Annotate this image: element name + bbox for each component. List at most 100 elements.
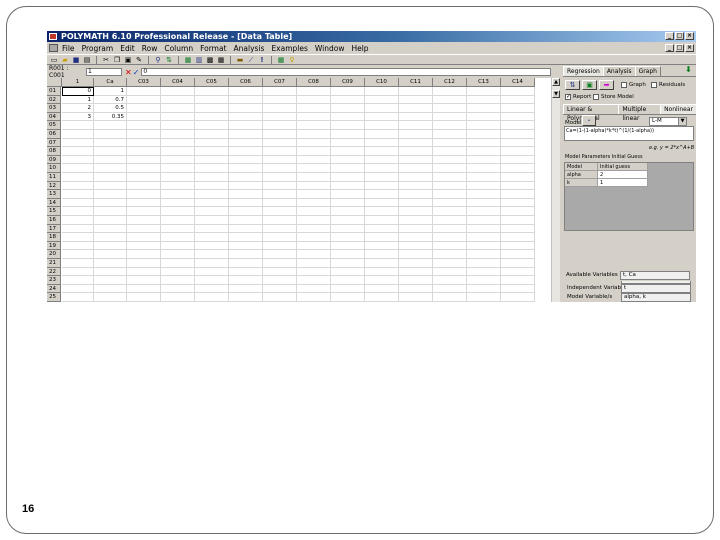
menu-format[interactable]: Format bbox=[200, 44, 226, 53]
row-header[interactable]: 10 bbox=[47, 164, 61, 173]
cancel-edit-icon[interactable]: ✕ bbox=[125, 68, 132, 77]
graph-checkbox-box[interactable] bbox=[621, 82, 627, 88]
table-cell[interactable] bbox=[94, 293, 127, 302]
column-header[interactable]: C12 bbox=[433, 78, 467, 87]
model-method-select[interactable]: L-M ▼ bbox=[649, 117, 687, 126]
row-header[interactable]: 15 bbox=[47, 207, 61, 216]
table-cell[interactable] bbox=[62, 164, 94, 173]
table-cell[interactable] bbox=[297, 267, 331, 277]
table-cell[interactable] bbox=[297, 276, 331, 285]
table-cell[interactable] bbox=[467, 181, 501, 191]
table-cell[interactable] bbox=[501, 181, 535, 191]
row-header[interactable]: 13 bbox=[47, 190, 61, 199]
table-cell[interactable] bbox=[195, 181, 229, 191]
maximize-button[interactable]: □ bbox=[675, 32, 684, 40]
table-cell[interactable] bbox=[263, 104, 297, 113]
table-cell[interactable] bbox=[501, 87, 535, 96]
table-cell[interactable] bbox=[365, 181, 399, 191]
table-cell[interactable] bbox=[263, 198, 297, 208]
tab-nonlinear[interactable]: Nonlinear bbox=[660, 104, 696, 114]
table-cell[interactable] bbox=[195, 250, 229, 259]
table-cell[interactable] bbox=[229, 224, 263, 234]
table-cell[interactable] bbox=[127, 87, 161, 96]
table-cell[interactable] bbox=[62, 198, 94, 208]
table-cell[interactable] bbox=[399, 207, 433, 216]
column-header[interactable]: C07 bbox=[263, 78, 297, 87]
minimize-button[interactable]: _ bbox=[665, 32, 674, 40]
table-cell[interactable] bbox=[229, 121, 263, 130]
table-cell[interactable]: 1 bbox=[62, 95, 94, 105]
column-header[interactable]: Ca bbox=[94, 78, 127, 87]
table-cell[interactable] bbox=[365, 190, 399, 199]
table-cell[interactable] bbox=[62, 173, 94, 182]
table-cell[interactable] bbox=[501, 95, 535, 105]
table-cell[interactable] bbox=[94, 130, 127, 139]
table-cell[interactable] bbox=[433, 198, 467, 208]
table-cell[interactable] bbox=[365, 164, 399, 173]
table-cell[interactable] bbox=[94, 284, 127, 294]
table-cell[interactable] bbox=[195, 276, 229, 285]
table-cell[interactable] bbox=[331, 95, 365, 105]
table-cell[interactable] bbox=[195, 267, 229, 277]
table-cell[interactable]: 1 bbox=[94, 87, 127, 96]
table-cell[interactable] bbox=[331, 250, 365, 259]
table-cell[interactable] bbox=[365, 241, 399, 251]
table-cell[interactable] bbox=[94, 121, 127, 130]
table-cell[interactable] bbox=[501, 173, 535, 182]
model-variables-field[interactable]: alpha, k bbox=[621, 293, 691, 302]
table-cell[interactable] bbox=[94, 198, 127, 208]
paste-icon[interactable]: ▣ bbox=[124, 56, 132, 64]
table-cell[interactable] bbox=[365, 224, 399, 234]
table-cell[interactable] bbox=[433, 95, 467, 105]
row-header[interactable]: 08 bbox=[47, 147, 61, 156]
table-cell[interactable] bbox=[433, 207, 467, 216]
table-cell[interactable] bbox=[331, 173, 365, 182]
table-cell[interactable] bbox=[331, 155, 365, 165]
table-cell[interactable] bbox=[263, 207, 297, 216]
table-cell[interactable] bbox=[229, 216, 263, 225]
table-cell[interactable] bbox=[365, 104, 399, 113]
table-cell[interactable] bbox=[399, 138, 433, 148]
table-cell[interactable] bbox=[501, 104, 535, 113]
table-cell[interactable] bbox=[297, 155, 331, 165]
grid-vertical-scrollbar[interactable]: ▲ ▼ bbox=[551, 78, 560, 302]
table-cell[interactable] bbox=[161, 95, 195, 105]
table-cell[interactable] bbox=[501, 112, 535, 122]
table-cell[interactable] bbox=[331, 130, 365, 139]
table-cell[interactable] bbox=[127, 207, 161, 216]
table-cell[interactable] bbox=[365, 233, 399, 242]
table-cell[interactable] bbox=[501, 190, 535, 199]
table-cell[interactable] bbox=[501, 259, 535, 268]
table-cell[interactable] bbox=[331, 241, 365, 251]
table-cell[interactable] bbox=[297, 173, 331, 182]
table-cell[interactable] bbox=[467, 250, 501, 259]
table-cell[interactable] bbox=[331, 87, 365, 96]
table-cell[interactable] bbox=[229, 267, 263, 277]
chart-icon[interactable]: ▥ bbox=[195, 56, 203, 64]
param-guess-cell[interactable]: 2 bbox=[598, 171, 648, 179]
table-cell[interactable] bbox=[331, 293, 365, 302]
table-cell[interactable] bbox=[263, 173, 297, 182]
table-cell[interactable] bbox=[297, 190, 331, 199]
doc-restore-button[interactable]: □ bbox=[675, 44, 684, 52]
table-cell[interactable] bbox=[433, 284, 467, 294]
table-cell[interactable] bbox=[365, 95, 399, 105]
table-cell[interactable] bbox=[433, 181, 467, 191]
table-cell[interactable] bbox=[94, 224, 127, 234]
table-cell[interactable] bbox=[263, 250, 297, 259]
table-cell[interactable] bbox=[62, 121, 94, 130]
menu-help[interactable]: Help bbox=[351, 44, 368, 53]
table-cell[interactable] bbox=[331, 207, 365, 216]
row-header[interactable]: 04 bbox=[47, 112, 61, 122]
regression-run-button[interactable]: ⇅ bbox=[565, 80, 580, 90]
table-cell[interactable] bbox=[161, 293, 195, 302]
table-cell[interactable] bbox=[501, 241, 535, 251]
tab-linear-polynomial[interactable]: Linear & Polynomial bbox=[563, 104, 620, 122]
table-cell[interactable] bbox=[229, 233, 263, 242]
table-cell[interactable] bbox=[365, 198, 399, 208]
table-cell[interactable] bbox=[365, 216, 399, 225]
table-cell[interactable] bbox=[433, 155, 467, 165]
table-cell[interactable] bbox=[62, 224, 94, 234]
row-header[interactable]: 01 bbox=[47, 87, 61, 96]
table-cell[interactable] bbox=[161, 155, 195, 165]
